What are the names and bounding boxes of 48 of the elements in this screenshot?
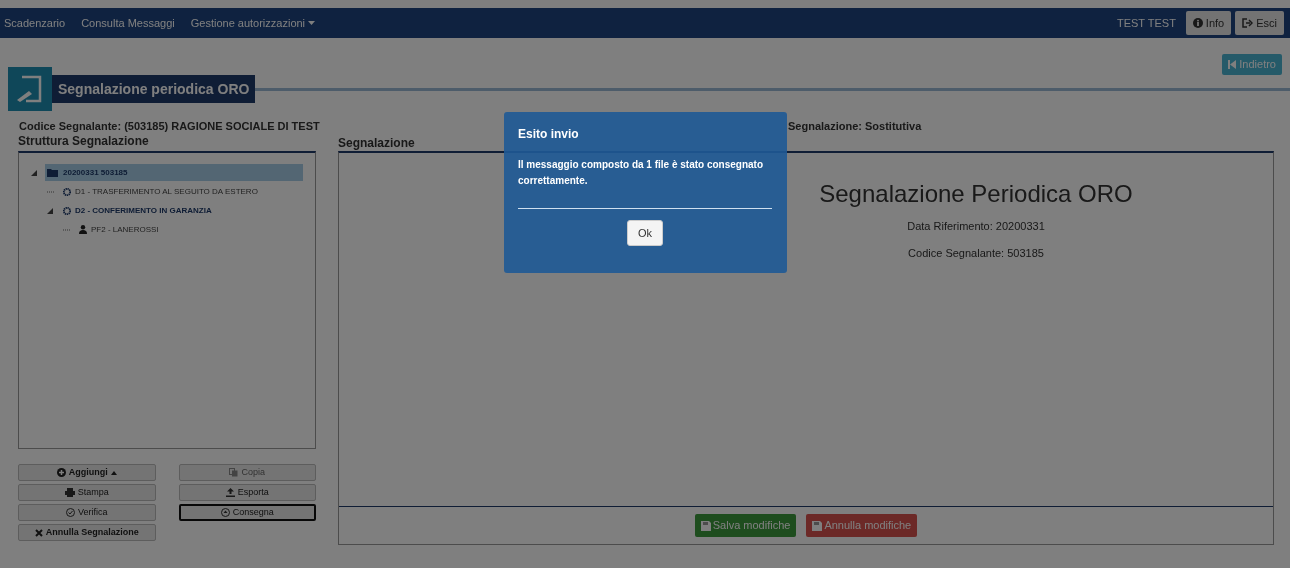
upload-icon: [225, 488, 235, 497]
check-circle-icon: [66, 508, 75, 517]
menu-link[interactable]: Scadenzario: [4, 14, 66, 32]
reporter-code-text: Codice Segnalante: (503185) RAGIONE SOCIALE DI TEST: [19, 119, 320, 134]
action-button[interactable]: Verifica: [18, 504, 156, 521]
dialog-message: Il messaggio composto da 1 file è stato consegnato correttamente.: [518, 158, 765, 188]
action-button[interactable]: Stampa: [18, 484, 156, 501]
action-button[interactable]: Aggiungi: [18, 464, 156, 481]
info-icon: [1192, 18, 1203, 28]
collapse-toggle-icon[interactable]: [31, 169, 37, 176]
gear-icon: [63, 206, 71, 215]
document-edit-icon: [8, 67, 52, 111]
copy-icon: [229, 468, 239, 477]
preview-info-text: Data Riferimento: 20200331: [907, 219, 1045, 234]
sign-out-icon: [1242, 18, 1254, 28]
gear-icon: [63, 187, 71, 196]
collapse-toggle-icon[interactable]: [47, 207, 53, 214]
tree-item[interactable]: PF2 - LANEROSSI: [77, 221, 165, 238]
action-button[interactable]: Consegna: [178, 504, 316, 521]
discard-button[interactable]: Annulla modifiche: [806, 514, 918, 537]
tree-item[interactable]: 20200331 503185: [45, 164, 303, 181]
dialog-title: Esito invio: [518, 126, 580, 143]
section-title: Struttura Segnalazione: [18, 135, 150, 148]
folder-icon: [47, 168, 59, 177]
save-button[interactable]: Salva modifiche: [694, 514, 797, 537]
close-icon: [34, 528, 43, 537]
preview-heading: Segnalazione Periodica ORO: [819, 179, 1133, 209]
ok-button[interactable]: Ok: [626, 220, 664, 246]
person-icon: [79, 225, 87, 234]
menu-link[interactable]: Gestione autorizzazioni: [190, 14, 316, 32]
caret-up-icon: [110, 470, 117, 475]
menu-link[interactable]: Consulta Messaggi: [81, 14, 175, 32]
plus-circle-icon: [56, 468, 66, 477]
action-button[interactable]: Annulla Segnalazione: [18, 524, 156, 541]
user-name: TEST TEST: [1116, 15, 1176, 31]
skip-back-icon: [1228, 60, 1237, 69]
report-type-text: Segnalazione: Sostitutiva: [788, 119, 922, 134]
info-button[interactable]: Info: [1185, 11, 1232, 35]
page-title: Segnalazione periodica ORO: [52, 75, 256, 103]
preview-info-text: Codice Segnalante: 503185: [908, 245, 1044, 261]
exit-button[interactable]: Esci: [1235, 11, 1284, 35]
tree-item[interactable]: D2 - CONFERIMENTO IN GARANZIA: [61, 202, 218, 219]
action-button[interactable]: Esporta: [178, 484, 316, 501]
tree-item[interactable]: D1 - TRASFERIMENTO AL SEGUITO DA ESTERO: [61, 183, 264, 200]
tree-connector-icon: [63, 226, 71, 233]
printer-icon: [64, 488, 75, 497]
section-title: Segnalazione: [338, 137, 416, 150]
tree-connector-icon: [47, 188, 55, 195]
